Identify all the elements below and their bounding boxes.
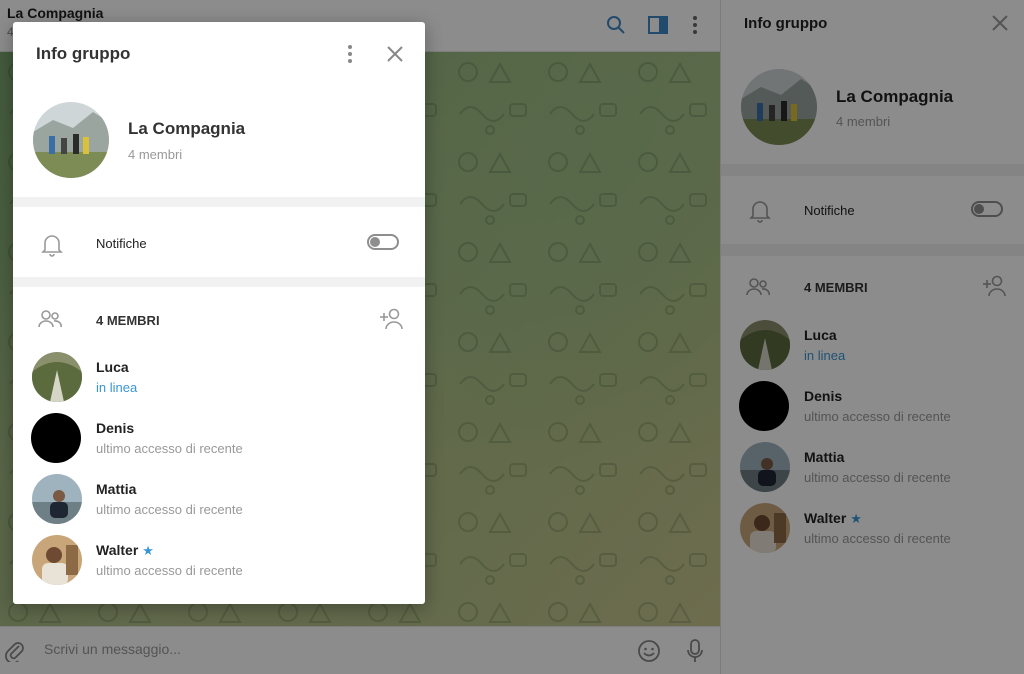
member-row[interactable]: Walter ★ ultimo accesso di recente <box>32 535 312 587</box>
section-divider <box>13 197 425 207</box>
more-vertical-icon[interactable] <box>341 44 359 64</box>
member-name: Denis <box>96 420 135 436</box>
section-divider <box>13 277 425 287</box>
group-member-count: 4 membri <box>128 147 183 162</box>
add-user-icon[interactable] <box>379 308 405 330</box>
member-name: Walter ★ <box>96 542 154 558</box>
member-avatar <box>32 535 82 585</box>
member-avatar <box>32 352 82 402</box>
member-status: ultimo accesso di recente <box>96 563 243 578</box>
member-row[interactable]: Luca in linea <box>32 352 312 404</box>
member-status: in linea <box>96 380 138 395</box>
member-name: Mattia <box>96 481 137 497</box>
member-row[interactable]: Denis ultimo accesso di recente <box>31 413 311 465</box>
notifications-label: Notifiche <box>96 236 147 251</box>
group-avatar[interactable] <box>33 102 109 178</box>
member-avatar <box>32 474 82 524</box>
member-avatar <box>31 413 81 463</box>
modal-title: Info gruppo <box>36 44 131 63</box>
star-icon: ★ <box>142 543 154 558</box>
members-header: 4 MEMBRI <box>96 313 160 328</box>
people-icon <box>37 309 63 329</box>
bell-icon <box>41 233 63 257</box>
member-name: Luca <box>96 359 129 375</box>
member-row[interactable]: Mattia ultimo accesso di recente <box>32 474 312 526</box>
close-icon[interactable] <box>385 44 405 64</box>
member-status: ultimo accesso di recente <box>96 441 243 456</box>
notifications-toggle[interactable] <box>367 234 399 250</box>
group-name: La Compagnia <box>128 119 246 138</box>
member-status: ultimo accesso di recente <box>96 502 243 517</box>
group-info-modal: Info gruppo La Compagnia 4 membri Notifi… <box>13 22 425 604</box>
